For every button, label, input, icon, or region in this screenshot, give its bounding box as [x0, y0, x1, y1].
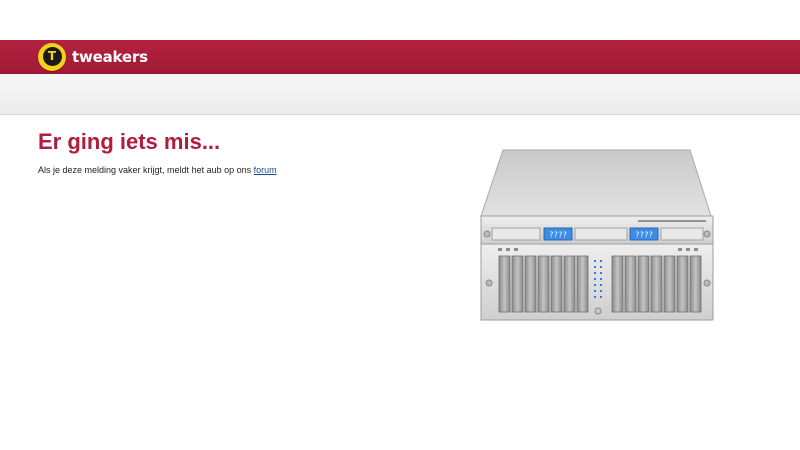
forum-link[interactable]: forum: [254, 165, 277, 175]
sub-navigation-bar: [0, 74, 800, 115]
logo-text: tweakers: [72, 47, 148, 66]
error-title: Er ging iets mis...: [38, 129, 221, 154]
logo-letter: T: [42, 47, 62, 66]
error-message-text: Als je deze melding vaker krijgt, meldt …: [38, 165, 252, 175]
server-illustration: ???? ????: [480, 149, 714, 321]
drive-label-left: ????: [549, 231, 567, 240]
site-header: T tweakers: [0, 40, 800, 74]
tweakers-logo-link[interactable]: T tweakers: [38, 40, 148, 73]
error-message: Als je deze melding vaker krijgt, meldt …: [38, 165, 458, 175]
error-content: Er ging iets mis... Als je deze melding …: [38, 128, 458, 175]
tweakers-logo-icon: T: [38, 42, 66, 71]
top-blank-strip: [0, 0, 800, 40]
error-page: T tweakers Er ging iets mis... Als je de…: [0, 0, 800, 450]
drive-label-right: ????: [635, 231, 653, 240]
